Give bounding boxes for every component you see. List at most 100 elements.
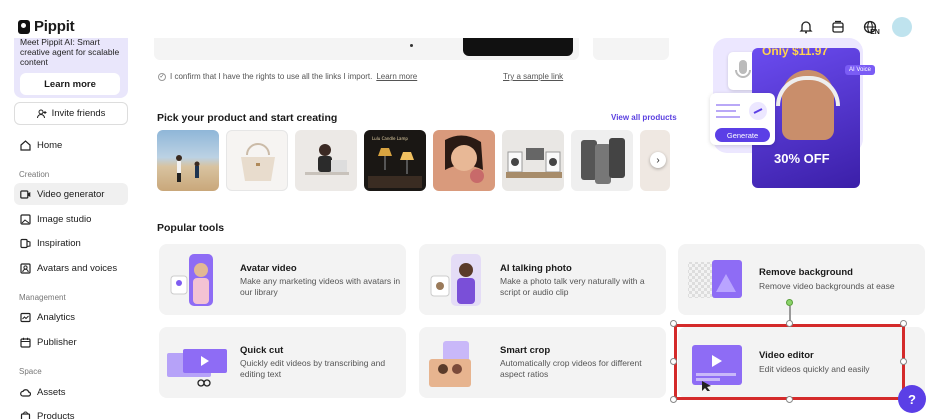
learn-more-link[interactable]: Learn more — [376, 72, 417, 81]
selection-highlight — [674, 324, 905, 400]
sidebar-item-image-studio[interactable]: Image studio — [14, 208, 128, 230]
user-plus-icon — [36, 109, 47, 118]
invite-friends-label: Invite friends — [51, 108, 106, 119]
bag-icon — [20, 411, 31, 419]
resize-handle-top-right[interactable] — [900, 320, 907, 327]
rights-confirmation: ✓ I confirm that I have the rights to us… — [158, 72, 417, 81]
resize-handle-bottom-left[interactable] — [670, 396, 677, 403]
brand-name: Pippit — [34, 18, 75, 35]
sidebar-item-label: Image studio — [37, 213, 92, 225]
import-button[interactable] — [463, 38, 573, 56]
tool-card-ai-talking-photo[interactable]: AI talking photo Make a photo talk very … — [419, 244, 666, 315]
sidebar-item-label: Home — [37, 139, 63, 151]
user-avatar[interactable] — [892, 17, 912, 37]
generate-button[interactable]: Generate — [715, 128, 770, 142]
popular-tools-title: Popular tools — [157, 222, 225, 234]
tool-title: Remove background — [759, 267, 853, 278]
product-thumb-desk-woman[interactable] — [295, 130, 357, 191]
view-all-products-link[interactable]: View all products — [611, 113, 677, 122]
calendar-icon — [20, 337, 31, 348]
promo-banner[interactable]: Only $11.97 30% OFF AI Voice Generate — [695, 38, 880, 188]
sidebar-item-products[interactable]: Products — [14, 405, 128, 419]
language-code: EN — [870, 28, 880, 36]
product-thumb-makeup[interactable] — [433, 130, 495, 191]
inbox-icon[interactable] — [828, 17, 848, 37]
header-actions: EN — [796, 17, 912, 37]
resize-handle-top-left[interactable] — [670, 320, 677, 327]
sidebar-item-publisher[interactable]: Publisher — [14, 331, 128, 353]
sidebar-item-assets[interactable]: Assets — [14, 381, 128, 403]
product-thumb-beach[interactable] — [157, 130, 219, 191]
learn-more-button[interactable]: Learn more — [20, 73, 120, 95]
banner-discount: 30% OFF — [774, 151, 830, 166]
tool-card-remove-background[interactable]: Remove background Remove video backgroun… — [678, 244, 925, 315]
invite-friends-button[interactable]: Invite friends — [14, 102, 128, 125]
section-creation: Creation — [19, 170, 50, 179]
tool-description: Remove video backgrounds at ease — [759, 281, 895, 291]
pippit-logo-icon — [18, 19, 30, 34]
cloud-icon — [20, 387, 31, 398]
svg-text:Lulu Candle Lamp: Lulu Candle Lamp — [372, 136, 408, 141]
sidebar-item-label: Video generator — [37, 188, 105, 200]
sidebar-item-home[interactable]: Home — [14, 134, 128, 156]
tool-title: Quick cut — [240, 345, 284, 356]
confirm-text: I confirm that I have the rights to use … — [170, 72, 373, 81]
products-section-title: Pick your product and start creating — [157, 112, 338, 124]
tool-description: Make any marketing videos with avatars i… — [240, 276, 401, 297]
main-content: ✓ I confirm that I have the rights to us… — [140, 38, 930, 419]
tool-title: AI talking photo — [500, 263, 572, 274]
help-button[interactable]: ? — [898, 385, 926, 413]
sidebar-item-label: Inspiration — [37, 237, 81, 249]
sidebar-item-label: Analytics — [37, 311, 76, 323]
section-management: Management — [19, 293, 66, 302]
rotation-handle[interactable] — [786, 299, 793, 306]
tool-card-quick-cut[interactable]: Quick cut Quickly edit videos by transcr… — [159, 327, 406, 398]
confirm-checkbox[interactable]: ✓ — [158, 72, 166, 81]
tool-description: Make a photo talk very naturally with a … — [500, 276, 645, 297]
product-thumb-speakers[interactable] — [502, 130, 564, 191]
carousel-next-button[interactable]: › — [650, 152, 666, 168]
sidebar-item-avatars-and-voices[interactable]: Avatars and voices — [14, 257, 128, 279]
talking-photo-illustration — [427, 252, 487, 308]
promo-text: Meet Pippit AI: Smart creative agent for… — [20, 37, 120, 67]
home-icon — [20, 139, 31, 151]
language-button[interactable]: EN — [860, 17, 880, 37]
sidebar-item-inspiration[interactable]: Inspiration — [14, 232, 128, 254]
avatar-video-illustration — [167, 252, 227, 308]
sidebar-item-label: Products — [37, 410, 75, 419]
image-icon — [20, 213, 31, 225]
banner-offer-top: Only $11.97 — [762, 48, 829, 58]
quick-cut-illustration — [167, 335, 227, 391]
tool-card-smart-crop[interactable]: Smart crop Automatically crop videos for… — [419, 327, 666, 398]
smart-crop-illustration — [427, 335, 487, 391]
resize-handle-right[interactable] — [900, 358, 907, 365]
analytics-icon — [20, 312, 31, 323]
sidebar-item-label: Assets — [37, 386, 66, 398]
sidebar: Meet Pippit AI: Smart creative agent for… — [0, 37, 140, 419]
product-thumb-handbag[interactable] — [226, 130, 288, 191]
avatar-icon — [20, 262, 31, 274]
brand[interactable]: Pippit — [18, 18, 75, 35]
section-space: Space — [19, 367, 42, 376]
product-thumbnails: Lulu Candle Lamp — [157, 130, 670, 191]
link-input-bar[interactable] — [154, 38, 579, 60]
tool-card-avatar-video[interactable]: Avatar video Make any marketing videos w… — [159, 244, 406, 315]
tool-description: Automatically crop videos for different … — [500, 358, 642, 379]
remove-background-illustration — [686, 252, 746, 308]
resize-handle-bottom[interactable] — [786, 396, 793, 403]
product-thumb-phone-cases[interactable] — [571, 130, 633, 191]
product-thumb-lamp[interactable]: Lulu Candle Lamp — [364, 130, 426, 191]
sidebar-item-label: Publisher — [37, 336, 77, 348]
top-bar: Pippit EN — [0, 0, 930, 40]
inspiration-icon — [20, 238, 31, 249]
tool-title: Avatar video — [240, 263, 297, 274]
resize-handle-left[interactable] — [670, 358, 677, 365]
sidebar-item-label: Avatars and voices — [37, 262, 118, 274]
sidebar-item-video-generator[interactable]: Video generator — [14, 183, 128, 205]
side-option-bar[interactable] — [593, 38, 669, 60]
input-dot — [410, 44, 413, 47]
bell-icon[interactable] — [796, 17, 816, 37]
try-sample-link[interactable]: Try a sample link — [503, 72, 563, 81]
resize-handle-top[interactable] — [786, 320, 793, 327]
sidebar-item-analytics[interactable]: Analytics — [14, 306, 128, 328]
